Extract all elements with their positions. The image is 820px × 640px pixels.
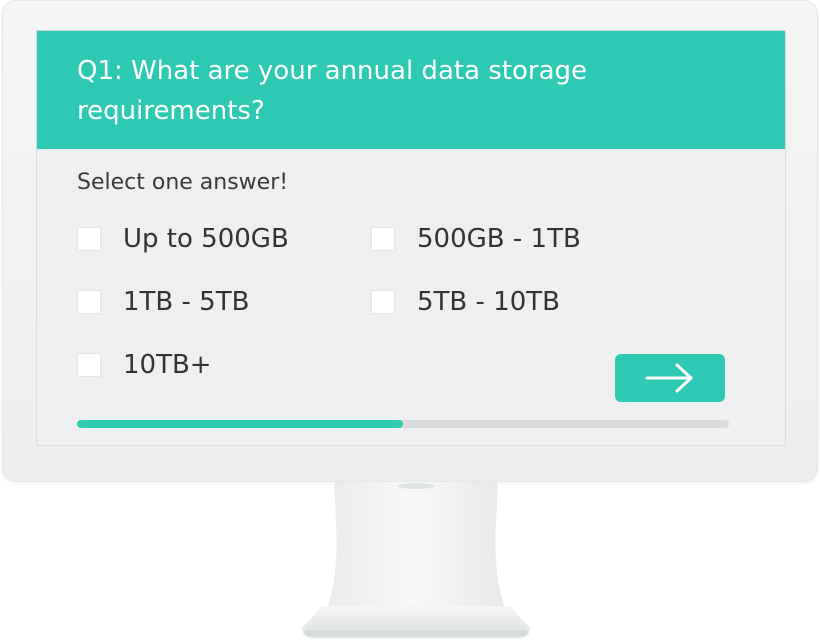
option-label: Up to 500GB xyxy=(123,224,289,254)
option-500gb-1tb[interactable]: 500GB - 1TB xyxy=(371,223,581,255)
option-10tb-plus[interactable]: 10TB+ xyxy=(77,349,212,381)
option-checkbox[interactable] xyxy=(371,290,395,314)
monitor-stand xyxy=(302,482,530,638)
instruction-text: Select one answer! xyxy=(77,170,289,195)
option-checkbox[interactable] xyxy=(77,353,101,377)
option-label: 1TB - 5TB xyxy=(123,287,250,317)
option-5tb-10tb[interactable]: 5TB - 10TB xyxy=(371,286,560,318)
progress-bar-fill xyxy=(77,420,403,428)
survey-screen: Q1: What are your annual data storage re… xyxy=(36,30,786,446)
option-1tb-5tb[interactable]: 1TB - 5TB xyxy=(77,286,249,318)
option-label: 10TB+ xyxy=(123,350,212,380)
option-label: 500GB - 1TB xyxy=(417,224,581,254)
next-button[interactable] xyxy=(615,354,725,402)
option-label: 5TB - 10TB xyxy=(417,287,560,317)
option-checkbox[interactable] xyxy=(371,227,395,251)
question-header: Q1: What are your annual data storage re… xyxy=(37,31,785,149)
monitor-mockup: Q1: What are your annual data storage re… xyxy=(0,0,820,640)
progress-bar xyxy=(77,420,729,428)
option-checkbox[interactable] xyxy=(77,290,101,314)
option-up-to-500gb[interactable]: Up to 500GB xyxy=(77,223,289,255)
monitor-bezel: Q1: What are your annual data storage re… xyxy=(2,0,818,482)
option-checkbox[interactable] xyxy=(77,227,101,251)
question-title: Q1: What are your annual data storage re… xyxy=(77,56,588,126)
arrow-right-icon xyxy=(645,363,693,393)
